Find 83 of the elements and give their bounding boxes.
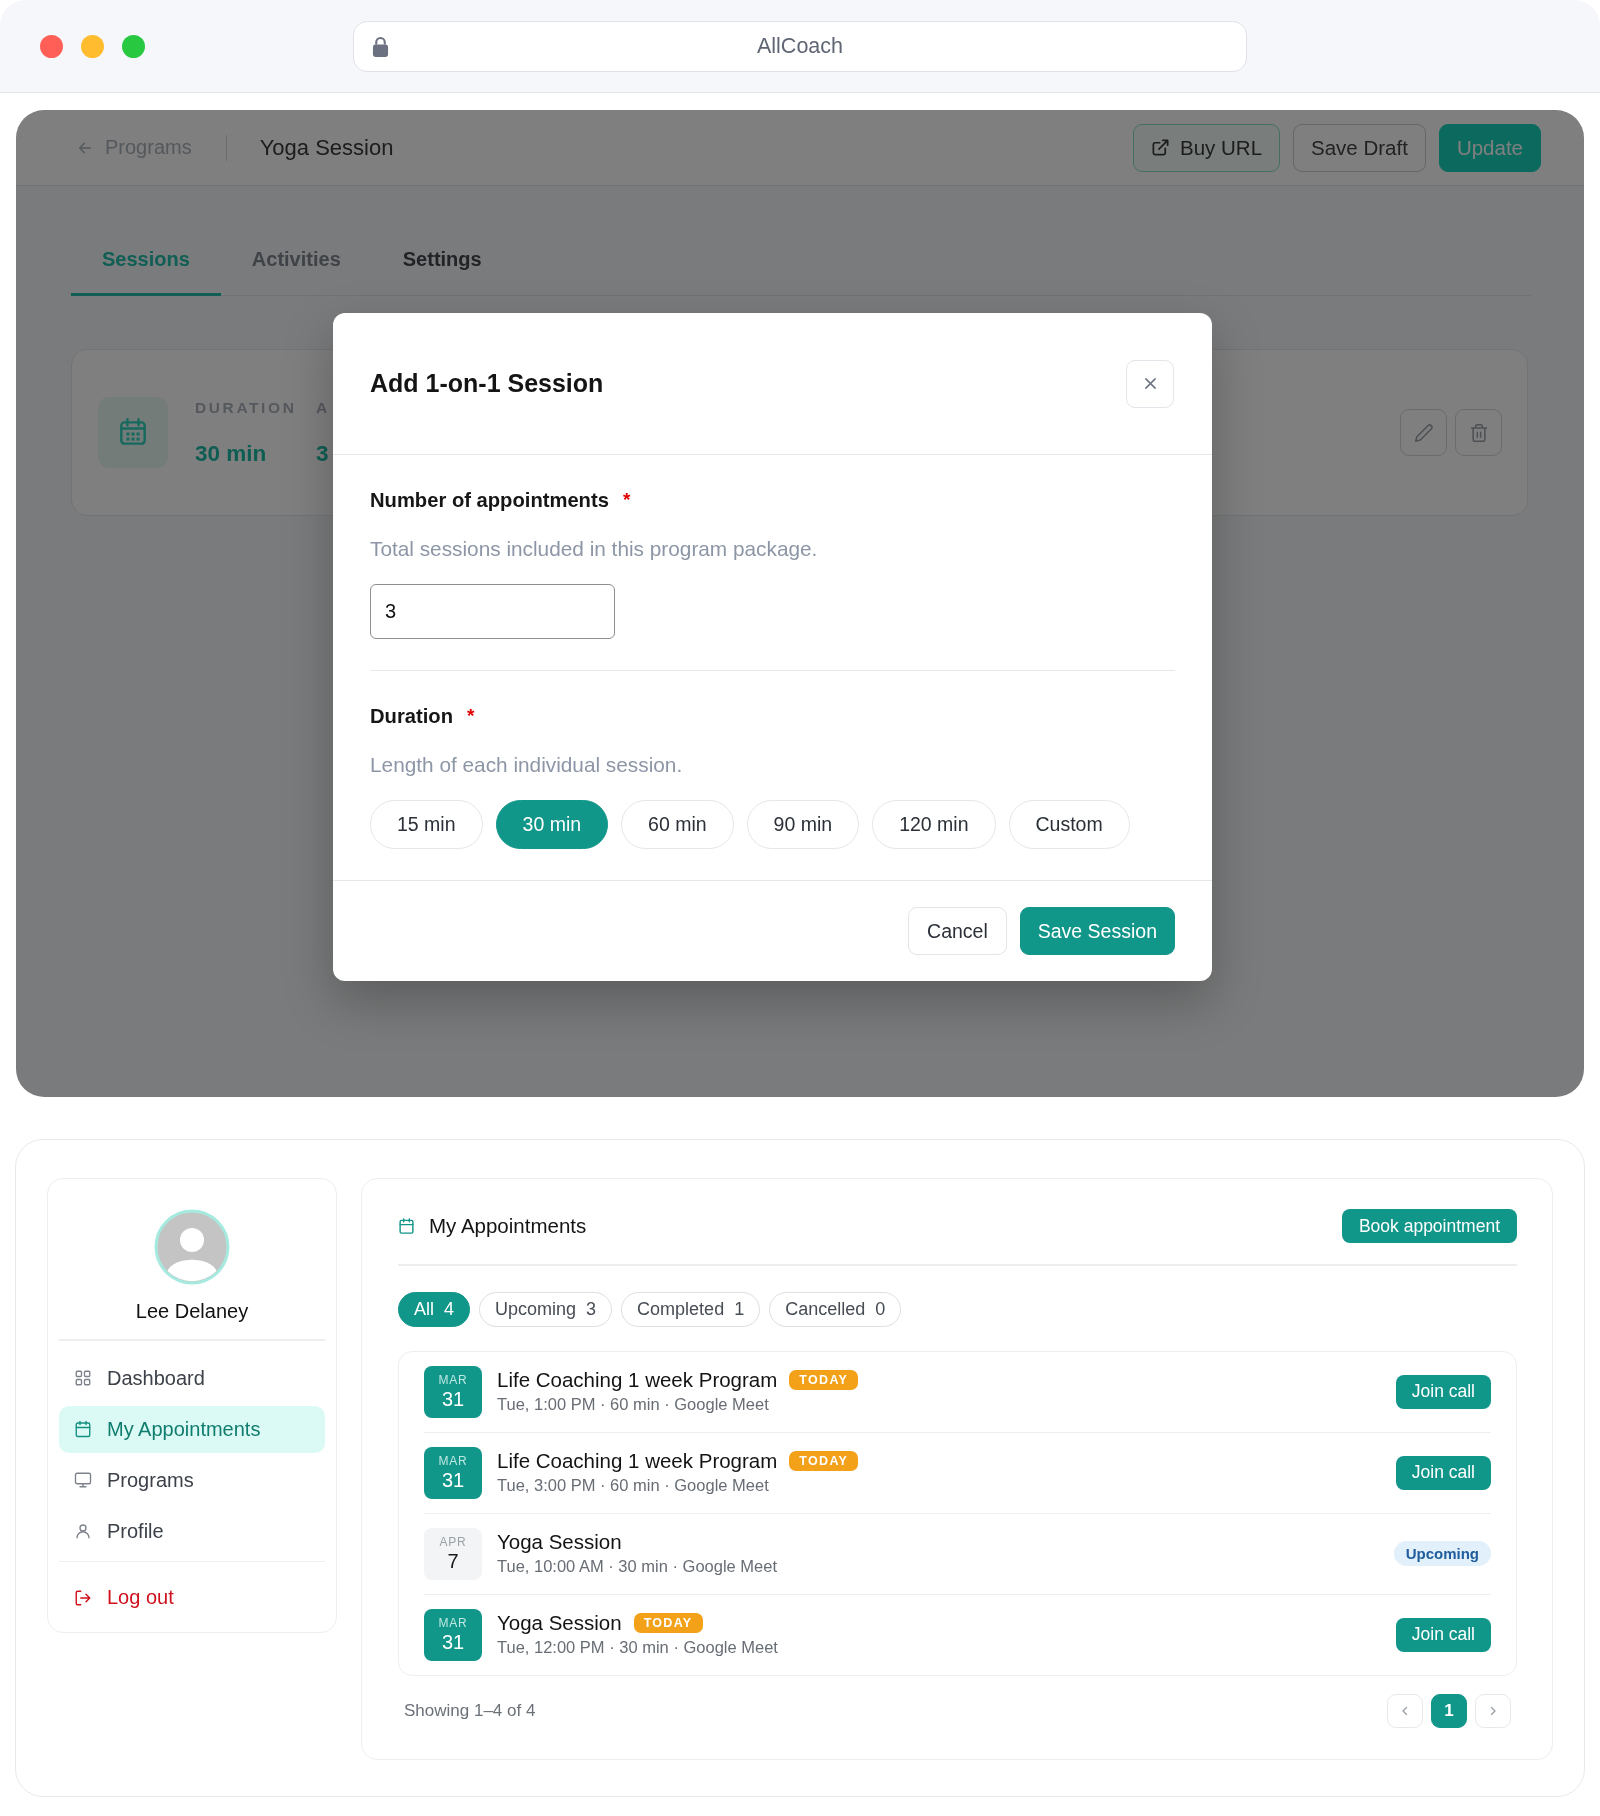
filter-tab[interactable]: Cancelled 0: [769, 1291, 902, 1327]
logout-icon: [74, 1588, 92, 1607]
today-badge: TODAY: [633, 1613, 703, 1633]
avatar-icon: [154, 1209, 230, 1285]
nav-item[interactable]: Profile: [59, 1507, 325, 1555]
close-icon: [1143, 377, 1157, 390]
pencil-icon: [1413, 422, 1434, 443]
duration-option[interactable]: 90 min: [746, 800, 860, 849]
cancel-button[interactable]: Cancel: [908, 907, 1007, 955]
number-input[interactable]: 3: [370, 584, 615, 639]
tab[interactable]: Settings: [371, 225, 513, 296]
appointment-title: Life Coaching 1 week Program: [497, 1368, 778, 1392]
date-month: MAR: [438, 1372, 468, 1387]
buy-url-button[interactable]: Buy URL: [1133, 123, 1281, 172]
calendar-icon: [74, 1420, 92, 1438]
book-appointment-button[interactable]: Book appointment: [1341, 1209, 1517, 1243]
field-value: 3: [316, 439, 329, 467]
date-day: 31: [441, 1629, 465, 1654]
appointment-details: Tue, 10:00 AM · 30 min · Google Meet: [497, 1556, 778, 1577]
join-call-button[interactable]: Join call: [1395, 1374, 1491, 1409]
field-hint: Total sessions included in this program package.: [370, 537, 818, 561]
status-badge: Upcoming: [1393, 1541, 1491, 1566]
date-day: 31: [441, 1386, 465, 1411]
field-label: Number of appointments: [370, 488, 609, 512]
next-page-button[interactable]: [1475, 1693, 1511, 1728]
save-draft-button[interactable]: Save Draft: [1293, 123, 1426, 172]
trash-icon: [1468, 422, 1489, 443]
address-bar[interactable]: AllCoach: [353, 20, 1247, 72]
appointment-title: Life Coaching 1 week Program: [497, 1449, 778, 1473]
duration-option[interactable]: 60 min: [621, 800, 734, 849]
today-badge: TODAY: [789, 1370, 859, 1390]
save-session-button[interactable]: Save Session: [1019, 907, 1175, 955]
external-link-icon: [1151, 138, 1170, 157]
duration-option[interactable]: 30 min: [495, 800, 609, 849]
duration-option[interactable]: 15 min: [370, 800, 483, 849]
grid-icon: [74, 1369, 92, 1387]
date-month: MAR: [438, 1453, 468, 1468]
monitor-icon: [74, 1471, 92, 1489]
close-button[interactable]: [1126, 359, 1174, 408]
pagination-summary: Showing 1–4 of 4: [404, 1700, 536, 1721]
logout-link[interactable]: Log out: [59, 1574, 325, 1621]
duration-option[interactable]: Custom: [1008, 800, 1130, 849]
date-month: MAR: [438, 1615, 468, 1630]
nav-item[interactable]: My Appointments: [59, 1405, 325, 1453]
close-window-icon[interactable]: [40, 34, 63, 58]
required-mark: *: [467, 705, 475, 727]
calendar-icon: [398, 1217, 415, 1235]
modal-title: Add 1-on-1 Session: [370, 369, 604, 398]
field-value: 30 min: [195, 439, 267, 467]
today-badge: TODAY: [789, 1451, 859, 1471]
minimize-window-icon[interactable]: [81, 34, 104, 58]
join-call-button[interactable]: Join call: [1395, 1617, 1491, 1652]
user-name: Lee Delaney: [134, 1299, 250, 1323]
chevron-left-icon: [1400, 1705, 1410, 1716]
page-button[interactable]: 1: [1431, 1693, 1467, 1728]
nav-item[interactable]: Dashboard: [59, 1354, 325, 1402]
previous-page-button[interactable]: [1387, 1693, 1423, 1728]
maximize-window-icon[interactable]: [122, 34, 145, 58]
edit-button[interactable]: [1400, 409, 1447, 456]
date-month: APR: [439, 1534, 467, 1549]
delete-button[interactable]: [1455, 409, 1502, 456]
chevron-right-icon: [1488, 1705, 1498, 1716]
field-label: Duration: [370, 704, 453, 728]
duration-option[interactable]: 120 min: [872, 800, 996, 849]
page-title: Yoga Session: [259, 134, 394, 161]
filter-tab[interactable]: Completed 1: [621, 1291, 761, 1327]
appointment-details: Tue, 12:00 PM · 30 min · Google Meet: [497, 1637, 778, 1658]
date-day: 7: [447, 1548, 459, 1573]
join-call-button[interactable]: Join call: [1395, 1455, 1491, 1490]
appointment-details: Tue, 3:00 PM · 60 min · Google Meet: [497, 1475, 769, 1496]
section-title: My Appointments: [429, 1214, 587, 1238]
calendar-icon: [98, 397, 168, 468]
appointment-title: Yoga Session: [497, 1611, 622, 1635]
appointment-details: Tue, 1:00 PM · 60 min · Google Meet: [497, 1394, 769, 1415]
required-mark: *: [622, 489, 631, 511]
nav-item[interactable]: Programs: [59, 1456, 325, 1504]
filter-tab[interactable]: Upcoming 3: [479, 1291, 613, 1327]
date-day: 31: [441, 1467, 465, 1492]
appointment-title: Yoga Session: [497, 1530, 622, 1554]
filter-tab[interactable]: All 4: [398, 1291, 471, 1327]
field-hint: Length of each individual session.: [370, 753, 683, 777]
lock-icon: [372, 35, 389, 57]
user-icon: [74, 1522, 92, 1540]
